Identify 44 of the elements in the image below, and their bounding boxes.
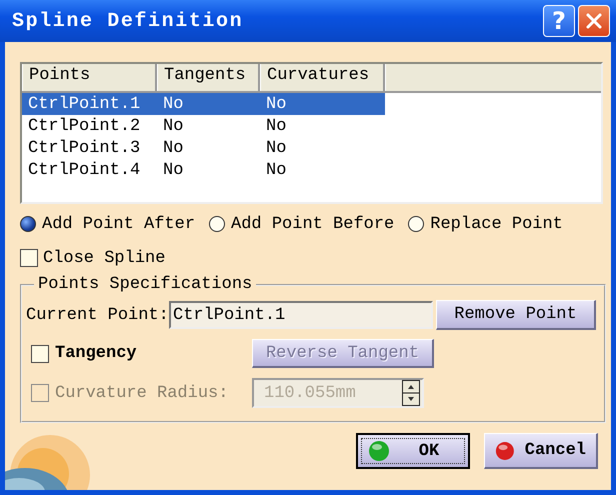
radio-button[interactable] bbox=[209, 216, 226, 232]
checkbox-label: Tangency bbox=[55, 344, 137, 363]
table-cell-text: No bbox=[265, 160, 288, 180]
window-title: Spline Definition bbox=[12, 10, 244, 32]
cancel-dot-icon bbox=[495, 440, 515, 462]
ok-button[interactable]: OK bbox=[356, 433, 470, 469]
spinner-icon bbox=[402, 380, 420, 406]
checkbox-label: Curvature Radius: bbox=[55, 384, 228, 402]
table-cell-text: CtrlPoint.4 bbox=[27, 160, 142, 180]
radio-button[interactable] bbox=[408, 216, 424, 232]
field-label: Current Point: bbox=[26, 306, 169, 324]
close-icon bbox=[584, 11, 604, 31]
table-cell-text: CtrlPoint.2 bbox=[27, 116, 142, 136]
cancel-button[interactable]: Cancel bbox=[484, 433, 598, 469]
table-row[interactable]: CtrlPoint.4 No No bbox=[22, 159, 385, 181]
checkbox[interactable] bbox=[31, 344, 49, 362]
table-cell-text: No bbox=[265, 116, 288, 136]
table-cell-text: CtrlPoint.3 bbox=[27, 138, 142, 158]
table-cell-text: No bbox=[162, 138, 184, 158]
radio-label: Add Point After bbox=[42, 214, 196, 234]
remove-point-button[interactable]: Remove Point bbox=[436, 300, 596, 330]
group-title: Points Specifications bbox=[37, 275, 254, 294]
table-cell-text: No bbox=[265, 94, 288, 114]
table-row[interactable]: CtrlPoint.3 No No bbox=[22, 137, 385, 159]
checkbox[interactable] bbox=[20, 249, 38, 267]
radio-button[interactable] bbox=[20, 216, 36, 232]
field-value: 110.055mm bbox=[264, 384, 356, 402]
table-row[interactable]: CtrlPoint.1 No No bbox=[22, 93, 385, 115]
close-button[interactable] bbox=[578, 5, 610, 37]
table-cell-text: CtrlPoint.1 bbox=[27, 94, 142, 114]
column-header[interactable]: Points bbox=[22, 64, 157, 91]
current-point-field[interactable]: CtrlPoint.1 bbox=[169, 301, 433, 329]
checkbox-label: Close Spline bbox=[43, 248, 166, 268]
table-cell-text: No bbox=[162, 116, 184, 136]
column-header[interactable]: Tangents bbox=[157, 64, 260, 91]
help-button[interactable]: ? bbox=[543, 5, 575, 37]
radio-label: Add Point Before bbox=[231, 214, 394, 234]
table-cell-text: No bbox=[265, 138, 288, 158]
table-cell-text: No bbox=[162, 94, 184, 114]
table-row[interactable]: CtrlPoint.2 No No bbox=[22, 115, 385, 137]
column-header[interactable]: Curvatures bbox=[260, 64, 385, 91]
radio-label: Replace Point bbox=[430, 214, 563, 234]
table-cell-text: No bbox=[162, 160, 184, 180]
confirm-dot-icon bbox=[368, 440, 390, 462]
